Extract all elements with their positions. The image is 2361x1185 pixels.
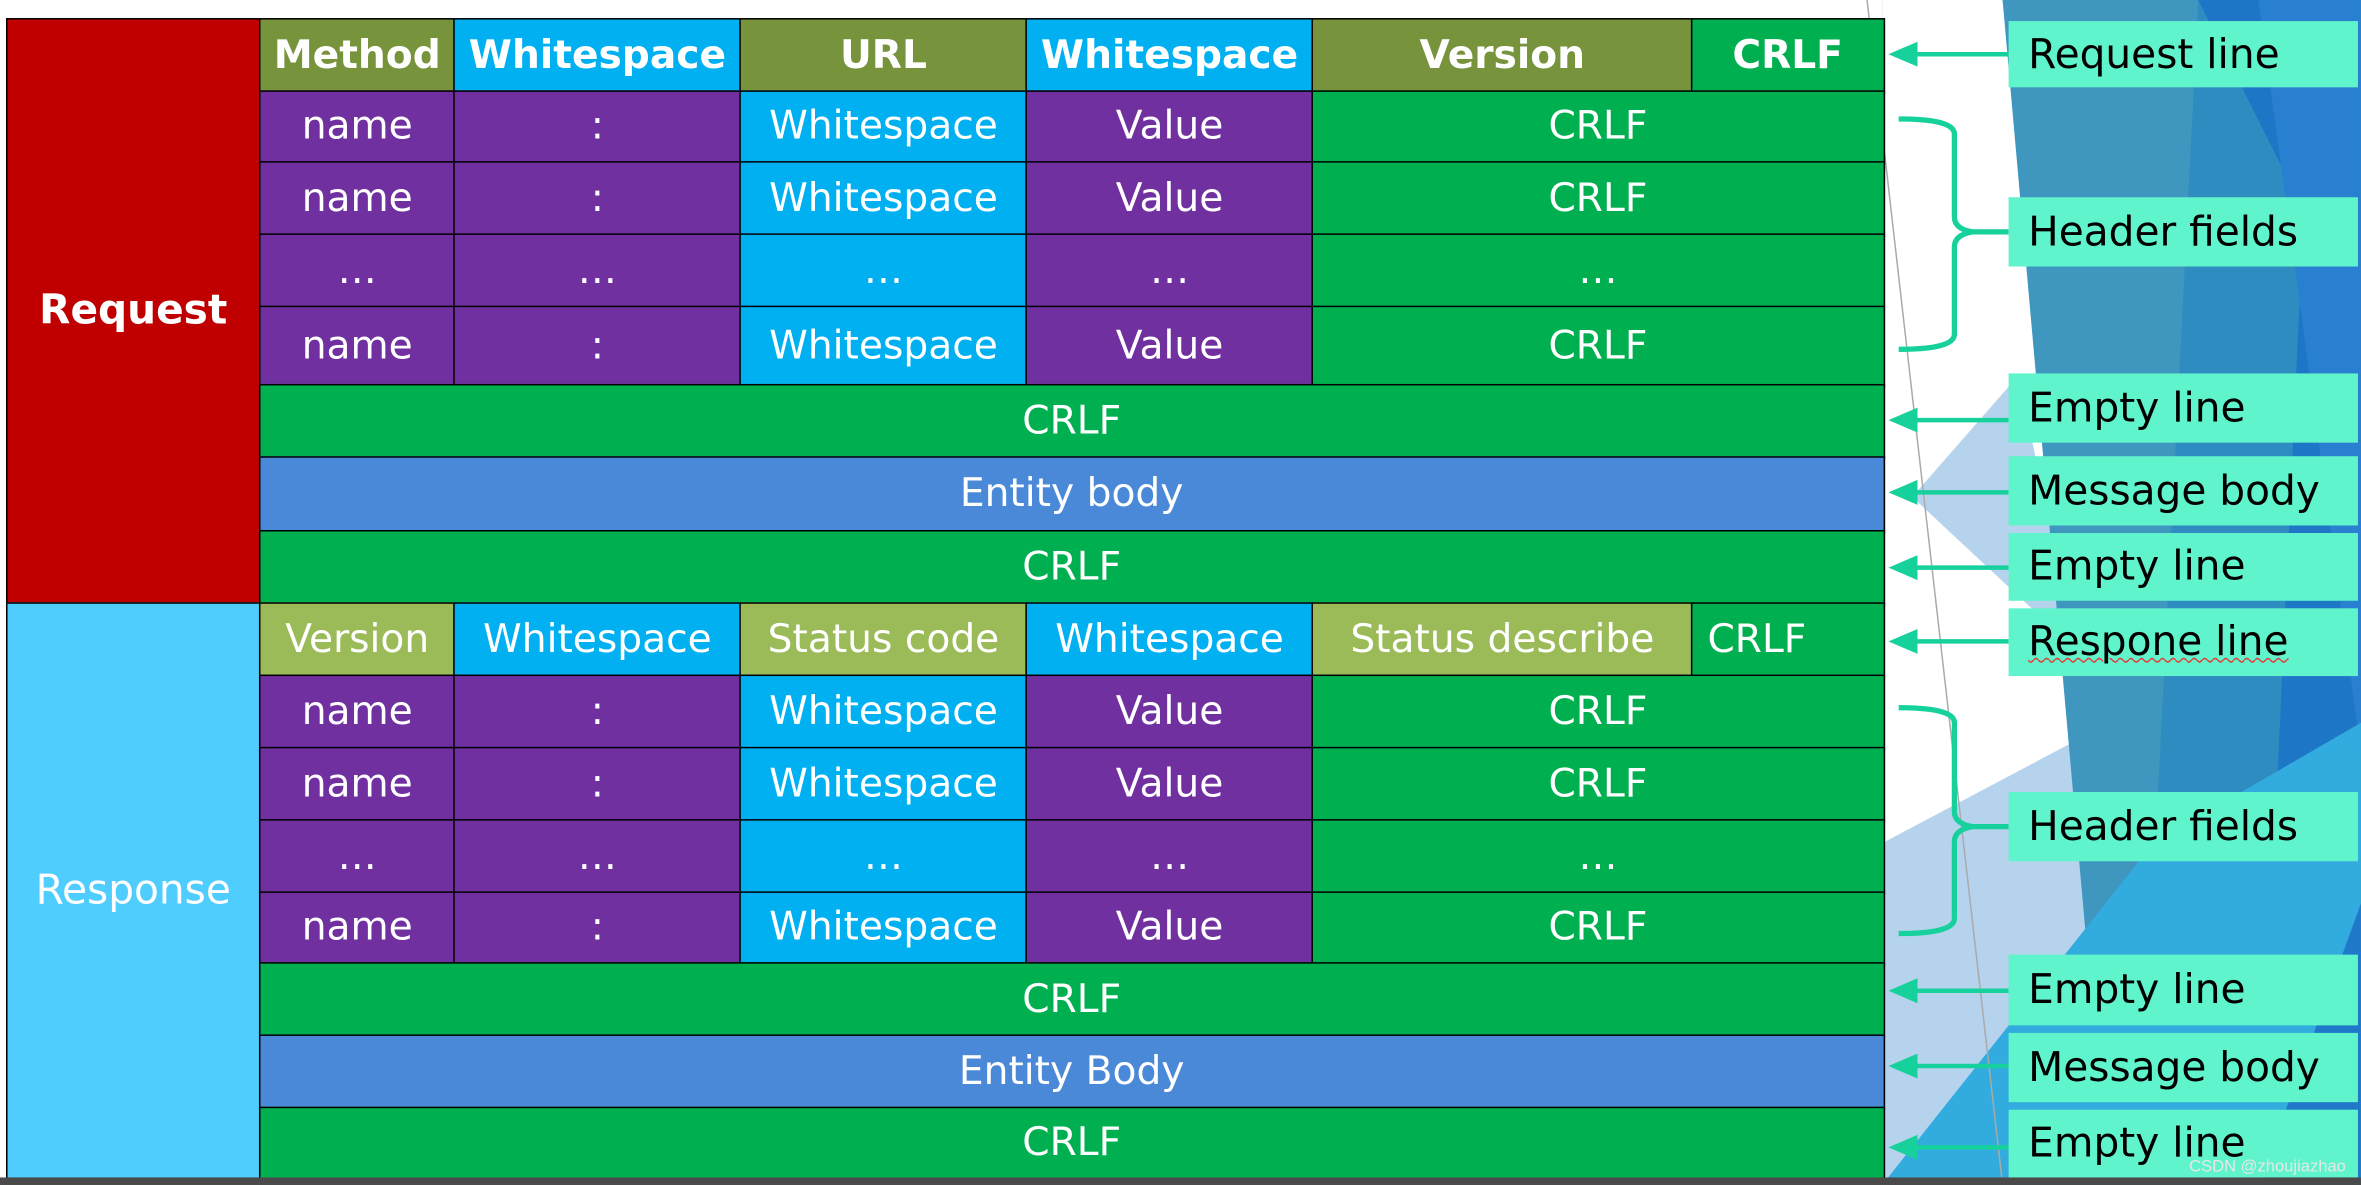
arrow-left-icon [1888,407,2009,433]
arrow-left-icon [1888,479,2009,505]
annotation-arrows [1888,41,2009,1160]
arrow-left-icon [1888,978,2009,1004]
annotation-label: Request line [2008,21,2358,88]
curly-brace-icon [1898,705,2009,937]
annotation-label: Respone line [2008,608,2358,677]
watermark: CSDN @zhoujiazhao [2189,1157,2346,1176]
annotation-label: Empty line [2008,954,2358,1026]
annotation-label: Message body [2008,1032,2358,1103]
bottom-bar [0,1177,2361,1185]
arrow-left-icon [1888,1134,2009,1160]
arrow-left-icon [1888,1053,2009,1079]
http-message-diagram: Request Response Method Whitespace URL Whit… [0,0,2361,1185]
annotation-label: Header fields [2008,197,2358,267]
annotation-label: Empty line [2008,373,2358,443]
annotation-label: Header fields [2008,791,2358,862]
annotation-label: Message body [2008,456,2358,526]
arrow-left-icon [1888,555,2009,581]
arrow-left-icon [1888,41,2009,67]
annotation-label: Empty line [2008,533,2358,601]
curly-brace-icon [1898,116,2009,352]
arrow-left-icon [1888,628,2009,654]
